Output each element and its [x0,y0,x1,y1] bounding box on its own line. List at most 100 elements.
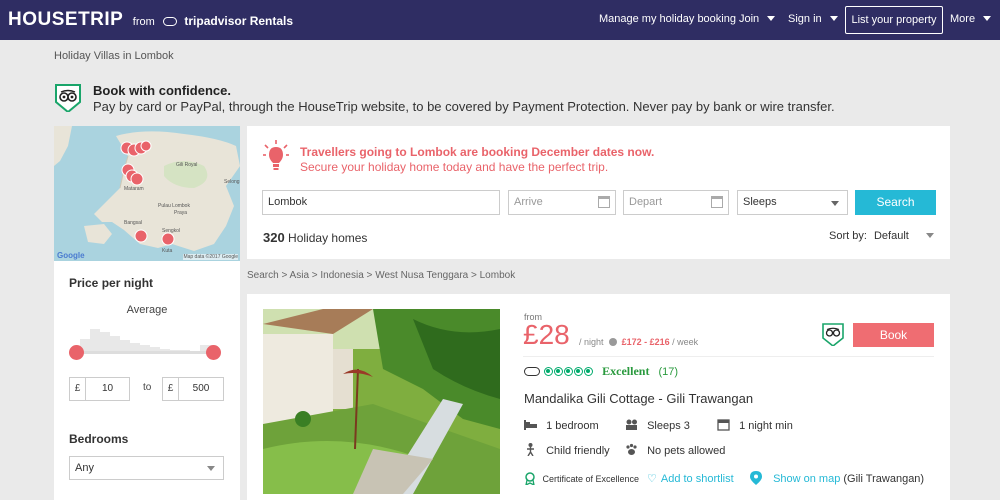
sort-value: Default [873,230,909,242]
amenity-child-friendly: Child friendly [524,443,610,457]
price-slider-max-handle[interactable] [206,345,221,360]
bed-icon [524,420,537,430]
breadcrumb-item[interactable]: Lombok [480,270,516,281]
calendar-icon [598,196,610,208]
rating-bubble-icon [564,367,574,376]
amenity-min-stay: 1 night min [717,418,793,432]
list-property-button[interactable]: List your property [845,6,943,34]
heart-icon: ♡ [647,473,657,485]
rating-bubble-icon [574,367,584,376]
page-title: Holiday Villas in Lombok [54,50,174,62]
book-button[interactable]: Book [853,323,934,347]
banner-text: Pay by card or PayPal, through the House… [93,99,835,114]
manage-booking-link[interactable]: Manage my holiday booking [599,13,736,25]
breadcrumb-item[interactable]: Search [247,270,279,281]
show-on-map: Show on map (Gili Trawangan) [750,471,924,485]
people-icon [626,419,637,430]
bedrooms-select-value: Any [75,462,94,474]
brand-from: from [132,16,155,28]
child-icon [527,443,534,456]
review-count[interactable]: (17) [659,366,679,378]
divider [523,356,934,357]
certificate-of-excellence: Certificate of Excellence [524,472,640,487]
housetrip-logo[interactable]: HOUSETRIP from tripadvisor Rentals [8,9,293,31]
depart-placeholder: Depart [629,196,663,208]
listing-card: from £28 / night £172 - £216 / week Book… [247,294,950,500]
banner-title: Book with confidence. [93,83,231,98]
tripadvisor-badge-icon [822,323,844,346]
show-on-map-link[interactable]: Show on map [773,473,840,485]
map-pin-icon [161,232,175,246]
chevron-down-icon [925,233,934,238]
tripadvisor-rating[interactable]: Excellent (17) [524,364,678,379]
more-label: More [950,13,976,25]
breadcrumb-item[interactable]: Indonesia [320,270,363,281]
nightly-price: £28 [523,319,570,350]
sign-in-label: Sign in [788,13,822,25]
lightbulb-icon [263,140,289,170]
map-pin-icon [134,229,148,243]
location-input[interactable]: Lombok [262,190,500,215]
brand-partner: tripadvisor Rentals [184,14,294,28]
sort-label: Sort by: [829,230,867,242]
price-slider-min-handle[interactable] [69,345,84,360]
info-icon[interactable] [609,338,618,346]
breadcrumb: Search > Asia > Indonesia > West Nusa Te… [247,270,516,281]
arrive-date-input[interactable]: Arrive [508,190,616,215]
top-nav: HOUSETRIP from tripadvisor Rentals Manag… [0,0,1000,40]
join-label: Join [739,13,760,25]
amenity-bedrooms: 1 bedroom [524,418,599,432]
max-price-field[interactable]: £ 500 [162,377,224,401]
google-logo: Google [57,251,85,260]
result-count-number: 320 [263,230,285,245]
chevron-down-icon [767,16,776,21]
sleeps-select[interactable]: Sleeps [737,190,848,215]
arrive-placeholder: Arrive [514,196,543,208]
add-to-shortlist-link[interactable]: ♡ Add to shortlist [647,472,734,485]
garden-photo-image [263,309,500,494]
child-friendly-label: Child friendly [546,445,610,457]
promo-headline: Travellers going to Lombok are booking D… [300,145,655,159]
join-menu[interactable]: Join [739,13,776,25]
more-menu[interactable]: More [950,13,992,25]
map-pins [120,140,175,246]
bedrooms-filter-title: Bedrooms [69,432,129,446]
currency-symbol: £ [70,378,86,400]
results-map[interactable]: Gili Royal Mataram Pulau Lombok Praya Se… [54,126,240,261]
tripadvisor-owl-icon [524,367,540,376]
search-button[interactable]: Search [855,190,936,215]
price-details: / night £172 - £216 / week [579,337,698,347]
payment-protection-shield-icon [55,84,81,112]
bedrooms-count: 1 bedroom [546,420,599,432]
certificate-label: Certificate of Excellence [542,474,640,484]
listing-photo[interactable] [263,309,500,494]
price-slider-track[interactable] [77,351,214,354]
map-pin-icon [130,172,144,186]
min-price-field[interactable]: £ 10 [69,377,130,401]
breadcrumb-item[interactable]: Asia [290,270,309,281]
sort-dropdown[interactable]: Sort by: Default [829,230,934,242]
depart-date-input[interactable]: Depart [623,190,729,215]
currency-symbol: £ [163,378,179,400]
listing-location: (Gili Trawangan) [843,473,925,485]
shortlist-label: Add to shortlist [660,473,734,485]
rating-label: Excellent [602,364,650,378]
rating-bubble-icon [554,367,564,376]
sign-in-menu[interactable]: Sign in [788,13,838,25]
rating-bubble-icon [584,367,594,376]
sleeps-count: Sleeps 3 [647,420,690,432]
min-stay: 1 night min [739,420,793,432]
amenity-pets: No pets allowed [625,443,725,457]
filter-panel: Price per night Average £ 10 to £ 500 Be… [54,261,240,500]
property-name[interactable]: Mandalika Gili Cottage - Gili Trawangan [524,391,753,406]
chevron-down-icon [831,201,839,206]
brand-name: HOUSETRIP [8,9,124,30]
weekly-price-range: £172 - £216 [621,337,670,347]
breadcrumb-item[interactable]: West Nusa Tenggara [375,270,468,281]
bedrooms-select[interactable]: Any [69,456,224,480]
min-price-value: 10 [101,383,114,394]
price-filter-title: Price per night [69,276,154,290]
map-pin-icon [750,471,762,485]
amenity-sleeps: Sleeps 3 [625,418,690,432]
chevron-down-icon [829,16,838,21]
